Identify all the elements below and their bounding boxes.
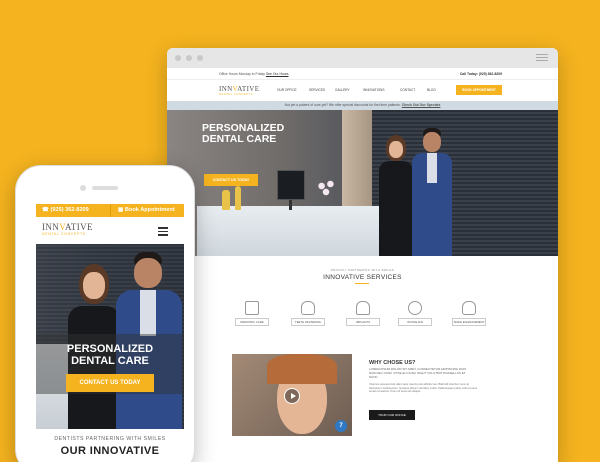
- why-body-text: Vivamus posuere felis ullam quis mauris …: [369, 383, 478, 393]
- reception-counter-image: [197, 206, 407, 256]
- window-control-close-icon[interactable]: [175, 55, 181, 61]
- phone-speaker-icon: [92, 186, 118, 190]
- why-title: WHY CHOSE US?: [369, 360, 416, 366]
- services-kicker: PROUDLY PARTNERING WITH SMILES: [330, 268, 395, 272]
- toothbrush-icon: [245, 301, 259, 315]
- play-button-icon[interactable]: [284, 388, 300, 404]
- channel-7-logo: 7: [335, 420, 347, 432]
- monitor-stand-image: [289, 200, 292, 210]
- monitor-image: [277, 170, 305, 200]
- promo-banner: Not yet a patient of ours yet? We offer …: [167, 101, 558, 110]
- nav-item-gallery[interactable]: GALLERY: [335, 88, 350, 92]
- mobile-screen: ☎ (925) 362-8209 ▦ Book Appointment INNV…: [36, 204, 184, 462]
- book-appointment-button[interactable]: BOOK APPOINTMENT: [456, 85, 502, 95]
- window-control-minimize-icon[interactable]: [186, 55, 192, 61]
- service-label: TEETH WHITENING: [291, 318, 325, 326]
- service-card-invisalign[interactable]: INVISALIGN: [398, 301, 432, 331]
- service-label: SMILE ENHANCEMENT: [452, 318, 486, 326]
- service-label: IMPLANTS: [346, 318, 380, 326]
- orchid-flowers-image: [315, 178, 337, 198]
- male-dentist-photo: [410, 128, 454, 256]
- phone-icon: ☎: [42, 207, 49, 213]
- hero-section: PERSONALIZED DENTAL CARE CONTACT US TODA…: [167, 110, 558, 256]
- office-hours-link[interactable]: See Our Hours: [266, 72, 289, 76]
- site-logo[interactable]: INNVATIVE DENTAL CONCEPTS: [219, 85, 259, 96]
- main-navigation: INNVATIVE DENTAL CONCEPTS OUR OFFICE SER…: [167, 79, 558, 101]
- service-card-smile-enhancement[interactable]: SMILE ENHANCEMENT: [452, 301, 486, 331]
- hero-headline-line-2: DENTAL CARE: [202, 133, 277, 146]
- mobile-contact-us-button[interactable]: CONTACT US TODAY: [66, 374, 154, 392]
- patient-hair-image: [267, 354, 337, 384]
- desktop-browser-mockup: Office Hours Monday to Friday See Our Ho…: [167, 48, 558, 462]
- why-choose-us-section: 7 WHY CHOSE US? LOREM IPSUM DOLOR SIT AM…: [167, 346, 558, 462]
- logo-text-c: ATIVE: [237, 85, 260, 93]
- promo-text: Not yet a patient of ours yet? We offer …: [284, 103, 401, 107]
- divider: [110, 204, 111, 217]
- tooth-icon: [301, 301, 315, 315]
- service-card-pediatric-care[interactable]: PEDIATRIC CARE: [235, 301, 269, 331]
- mobile-section-title: OUR INNOVATIVE: [60, 445, 160, 457]
- mobile-kicker: DENTISTS PARTNERING WITH SMILES: [54, 436, 166, 442]
- logo-text-a: INN: [42, 222, 60, 232]
- logo-tagline: DENTAL CONCEPTS: [219, 93, 254, 96]
- logo-text-c: ATIVE: [64, 222, 93, 232]
- top-info-bar: Office Hours Monday to Friday See Our Ho…: [167, 68, 558, 79]
- nav-item-our-office[interactable]: OUR OFFICE: [277, 88, 297, 92]
- mobile-book-label: Book Appointment: [124, 207, 175, 213]
- mobile-hero: PERSONALIZED DENTAL CARE CONTACT US TODA…: [36, 244, 184, 429]
- implant-icon: [356, 301, 370, 315]
- yellow-vase-image: [235, 186, 241, 210]
- promo-link[interactable]: Check Out Our Specials: [402, 103, 441, 107]
- mobile-menu-icon[interactable]: [158, 227, 168, 236]
- mobile-book-appointment-link[interactable]: ▦ Book Appointment: [118, 207, 175, 213]
- nav-item-services[interactable]: SERVICES: [309, 88, 325, 92]
- sparkling-tooth-icon: [462, 301, 476, 315]
- service-label: INVISALIGN: [398, 318, 432, 326]
- mobile-site-logo[interactable]: INNVATIVE DENTAL CONCEPTS: [42, 222, 93, 236]
- service-label: PEDIATRIC CARE: [235, 318, 269, 326]
- office-hours-text: Office Hours Monday to Friday: [219, 72, 265, 76]
- nav-item-contact[interactable]: CONTACT: [400, 88, 415, 92]
- window-control-maximize-icon[interactable]: [197, 55, 203, 61]
- aligner-icon: [408, 301, 422, 315]
- services-title: INNOVATIVE SERVICES: [323, 274, 402, 281]
- phone-camera-icon: [80, 185, 86, 191]
- call-today-text[interactable]: Call Today: (925) 362-8209: [460, 72, 502, 76]
- service-card-implants[interactable]: IMPLANTS: [346, 301, 380, 331]
- mobile-phone-link[interactable]: ☎ (925) 362-8209: [42, 207, 89, 213]
- calendar-icon: ▦: [118, 207, 124, 213]
- mobile-phone-mockup: ☎ (925) 362-8209 ▦ Book Appointment INNV…: [15, 165, 195, 462]
- service-card-teeth-whitening[interactable]: TEETH WHITENING: [291, 301, 325, 331]
- tour-office-button[interactable]: TOUR OUR OFFICE: [369, 410, 415, 420]
- services-section: PROUDLY PARTNERING WITH SMILES INNOVATIV…: [167, 256, 558, 346]
- video-thumbnail[interactable]: 7: [232, 354, 352, 436]
- mobile-hero-headline-line-1: PERSONALIZED: [66, 343, 154, 355]
- logo-tagline: DENTAL CONCEPTS: [42, 232, 86, 236]
- mobile-phone-number: (925) 362-8209: [50, 207, 89, 213]
- contact-us-button[interactable]: CONTACT US TODAY: [204, 174, 258, 186]
- browser-menu-icon[interactable]: [536, 54, 548, 63]
- logo-text-a: INN: [219, 85, 233, 93]
- mobile-top-bar: ☎ (925) 362-8209 ▦ Book Appointment: [36, 204, 184, 217]
- browser-toolbar: [167, 48, 558, 68]
- title-underline: [355, 283, 369, 284]
- nav-item-innovations[interactable]: INNOVATIONS: [363, 88, 385, 92]
- yellow-vase-image: [222, 190, 230, 210]
- why-subtitle: LOREM IPSUM DOLOR SIT AMET, CONSECTETUR …: [369, 367, 467, 379]
- mobile-hero-headline-line-2: DENTAL CARE: [71, 354, 149, 367]
- nav-item-blog[interactable]: BLOG: [427, 88, 436, 92]
